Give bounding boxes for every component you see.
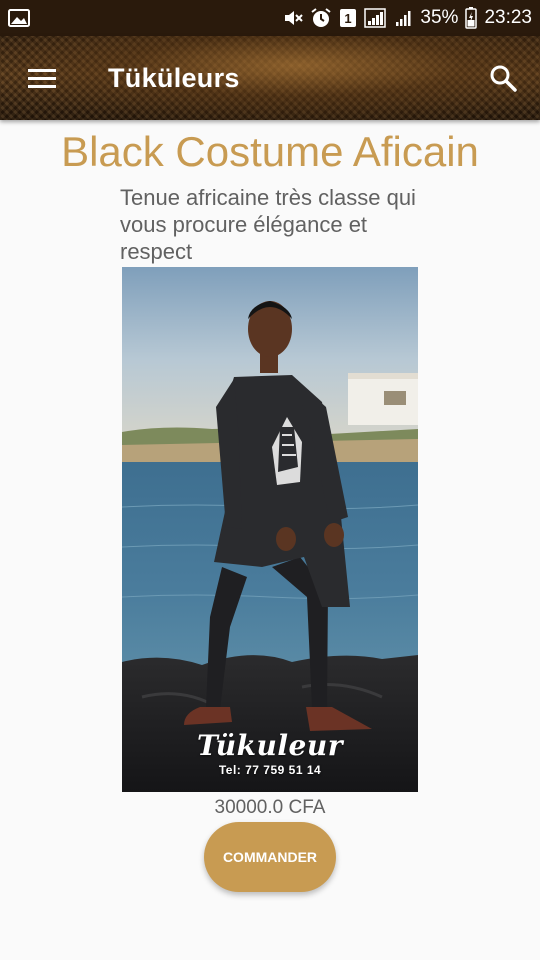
- signal-icon: [395, 8, 413, 28]
- brand-logo: Tükuleur: [197, 729, 343, 762]
- product-title: Black Costume Aficain: [61, 128, 479, 175]
- product-price: 30000.0 CFA: [214, 797, 326, 818]
- product-description: Tenue africaine très classe qui vous pro…: [120, 185, 416, 264]
- app-bar: Tüküleurs: [0, 36, 540, 120]
- gallery-icon: [8, 9, 30, 27]
- hamburger-menu-icon: [27, 67, 57, 89]
- menu-button[interactable]: [0, 36, 84, 120]
- sim-icon: 1: [339, 8, 357, 28]
- status-bar: 1 35% 23:23: [0, 0, 540, 36]
- battery-icon: [465, 7, 478, 29]
- product-image[interactable]: Tükuleur Tel: 77 759 51 14: [122, 267, 418, 792]
- battery-percent: 35%: [420, 7, 459, 28]
- mute-icon: [283, 8, 304, 28]
- order-button[interactable]: COMMANDER: [204, 822, 336, 892]
- app-title: Tüküleurs: [108, 62, 240, 93]
- brand-phone: Tel: 77 759 51 14: [218, 763, 322, 777]
- alarm-icon: [310, 7, 332, 29]
- search-button[interactable]: [466, 36, 540, 120]
- signal-icon: [364, 8, 388, 28]
- sim-badge: 1: [345, 11, 352, 26]
- clock: 23:23: [484, 7, 532, 28]
- search-icon: [489, 64, 517, 92]
